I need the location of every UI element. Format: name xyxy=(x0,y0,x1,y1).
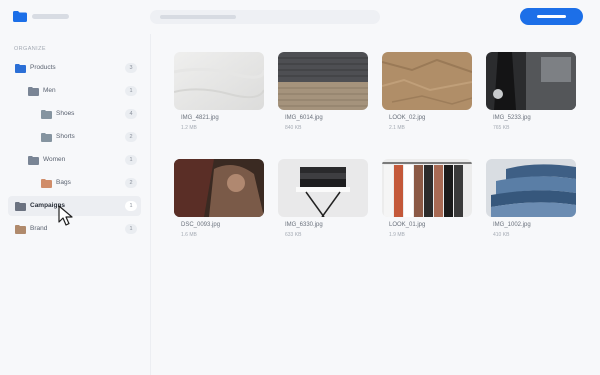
app-title-placeholder xyxy=(32,14,69,19)
file-size: 1.9 MB xyxy=(389,232,405,238)
file-size: 2.1 MB xyxy=(389,125,405,131)
image-card[interactable]: IMG_5233.jpg 765 KB xyxy=(486,52,576,131)
sidebar-item-products[interactable]: Products 3 xyxy=(0,58,151,78)
sidebar-item-shoes[interactable]: Shoes 4 xyxy=(0,104,151,124)
sidebar-item-label: Shorts xyxy=(56,133,75,140)
image-card[interactable]: LOOK_01.jpg 1.9 MB xyxy=(382,159,472,238)
file-size: 765 KB xyxy=(493,125,510,131)
file-name: LOOK_01.jpg xyxy=(389,222,426,228)
sidebar-item-label: Bags xyxy=(56,179,71,186)
search-placeholder xyxy=(160,15,236,19)
file-size: 1.6 MB xyxy=(181,232,197,238)
count-badge: 1 xyxy=(125,155,137,165)
file-size: 840 KB xyxy=(285,125,302,131)
file-name: IMG_6014.jpg xyxy=(285,115,323,121)
image-thumbnail[interactable] xyxy=(486,52,576,110)
file-name: IMG_4821.jpg xyxy=(181,115,219,121)
image-thumbnail[interactable] xyxy=(382,159,472,217)
folder-icon xyxy=(28,156,39,165)
sidebar-item-label: Products xyxy=(30,64,56,71)
file-name: LOOK_02.jpg xyxy=(389,115,426,121)
search-input[interactable] xyxy=(150,10,380,24)
image-card[interactable]: IMG_6014.jpg 840 KB xyxy=(278,52,368,131)
count-badge: 2 xyxy=(125,132,137,142)
image-card[interactable]: DSC_0093.jpg 1.6 MB xyxy=(174,159,264,238)
count-badge: 1 xyxy=(125,224,137,234)
folder-icon[interactable] xyxy=(13,11,27,22)
sidebar-item-campaigns[interactable]: Campaigns 1 xyxy=(0,196,151,216)
folder-icon xyxy=(41,110,52,119)
sidebar-item-brand[interactable]: Brand 1 xyxy=(0,219,151,239)
image-card[interactable]: IMG_6330.jpg 633 KB xyxy=(278,159,368,238)
file-size: 410 KB xyxy=(493,232,510,238)
file-name: DSC_0093.jpg xyxy=(181,222,221,228)
count-badge: 2 xyxy=(125,178,137,188)
count-badge: 4 xyxy=(125,109,137,119)
button-label-placeholder xyxy=(537,15,566,18)
folder-icon xyxy=(15,64,26,73)
count-badge: 1 xyxy=(125,201,137,211)
sidebar-item-label: Brand xyxy=(30,225,48,232)
section-label: ORGANIZE xyxy=(14,46,46,52)
image-thumbnail[interactable] xyxy=(278,52,368,110)
sidebar-item-women[interactable]: Women 1 xyxy=(0,150,151,170)
file-name: IMG_5233.jpg xyxy=(493,115,531,121)
file-size: 633 KB xyxy=(285,232,302,238)
top-bar xyxy=(0,0,600,34)
sidebar-item-label: Men xyxy=(43,87,56,94)
image-thumbnail[interactable] xyxy=(174,159,264,217)
cursor-icon xyxy=(58,205,73,226)
folder-icon xyxy=(41,179,52,188)
sidebar-item-shorts[interactable]: Shorts 2 xyxy=(0,127,151,147)
folder-icon xyxy=(41,133,52,142)
image-thumbnail[interactable] xyxy=(486,159,576,217)
image-thumbnail[interactable] xyxy=(278,159,368,217)
primary-action-button[interactable] xyxy=(520,8,583,25)
image-card[interactable]: LOOK_02.jpg 2.1 MB xyxy=(382,52,472,131)
sidebar: ORGANIZE Products 3 Men 1 Shoes 4 Shorts… xyxy=(0,34,151,375)
sidebar-item-label: Women xyxy=(43,156,66,163)
sidebar-item-label: Shoes xyxy=(56,110,75,117)
selection-highlight xyxy=(8,196,141,216)
file-size: 1.2 MB xyxy=(181,125,197,131)
image-card[interactable]: IMG_1002.jpg 410 KB xyxy=(486,159,576,238)
image-card[interactable]: IMG_4821.jpg 1.2 MB xyxy=(174,52,264,131)
file-name: IMG_6330.jpg xyxy=(285,222,323,228)
image-thumbnail[interactable] xyxy=(174,52,264,110)
sidebar-item-bags[interactable]: Bags 2 xyxy=(0,173,151,193)
count-badge: 1 xyxy=(125,86,137,96)
folder-icon xyxy=(15,202,26,211)
image-thumbnail[interactable] xyxy=(382,52,472,110)
folder-icon xyxy=(28,87,39,96)
folder-icon xyxy=(15,225,26,234)
sidebar-item-men[interactable]: Men 1 xyxy=(0,81,151,101)
count-badge: 3 xyxy=(125,63,137,73)
file-name: IMG_1002.jpg xyxy=(493,222,531,228)
